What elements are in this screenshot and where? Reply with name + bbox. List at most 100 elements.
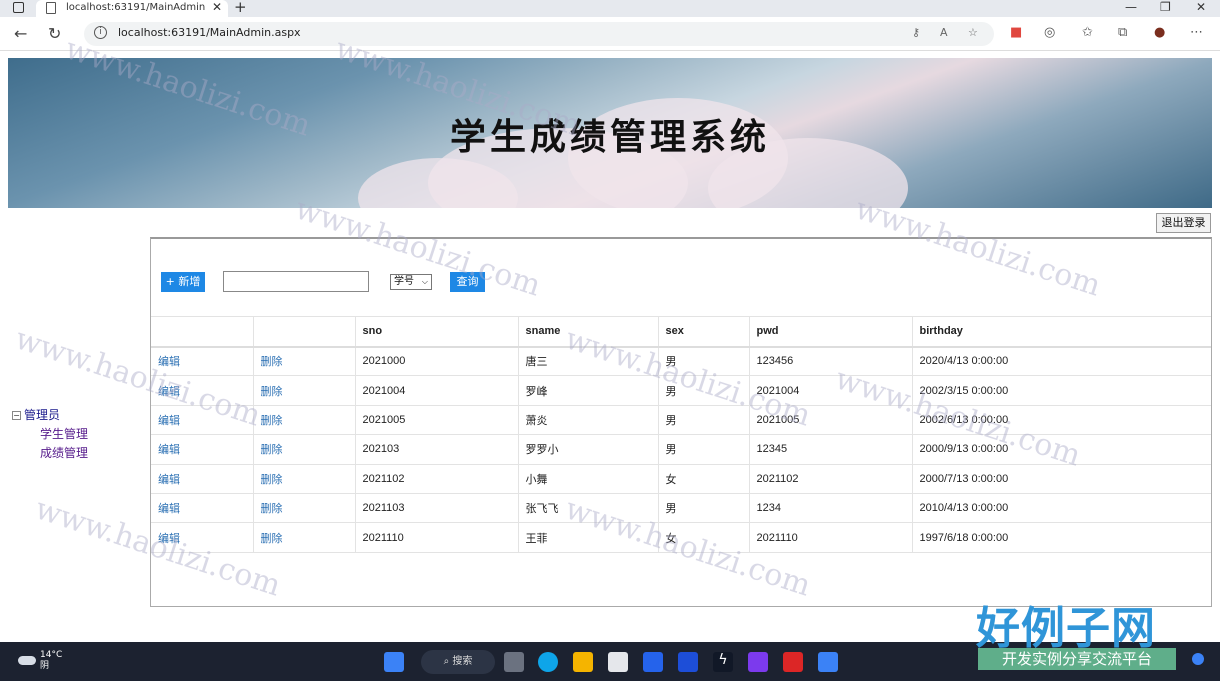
favorite-star-icon[interactable]: ☆ <box>968 26 978 39</box>
browser-tab-strip: localhost:63191/MainAdmin.aspx ✕ + — ❐ ✕ <box>0 0 1220 17</box>
cell-sname: 罗罗小 <box>518 434 659 465</box>
brand-watermark: 好例子网 开发实例分享交流平台 <box>976 592 1176 672</box>
todo-icon[interactable] <box>678 652 698 672</box>
window-menu-icon[interactable] <box>13 2 24 13</box>
windows-start-icon[interactable] <box>384 652 404 672</box>
column-header-sno[interactable]: sno <box>355 316 519 348</box>
cell-sno: 2021102 <box>355 464 519 494</box>
restore-icon[interactable]: ❐ <box>1160 0 1171 14</box>
cell-pwd: 1234 <box>749 493 913 524</box>
address-bar[interactable]: i localhost:63191/MainAdmin.aspx ⚷ A ☆ <box>84 22 994 46</box>
back-icon[interactable]: ← <box>14 24 27 43</box>
wps-icon[interactable] <box>783 652 803 672</box>
cell-sname: 王菲 <box>518 522 659 553</box>
cell-sno: 2021110 <box>355 522 519 553</box>
table-header-row: sno sname sex pwd birthday <box>151 316 1211 348</box>
more-menu-icon[interactable]: ⋯ <box>1190 25 1203 40</box>
edit-link[interactable]: 编辑 <box>151 493 254 524</box>
student-table: sno sname sex pwd birthday 编辑 删除 2021000 唐三… <box>151 316 1211 553</box>
table-row: 编辑 删除 2021110 王菲女 2021110 1997/6/18 0:00:00 <box>151 522 1211 553</box>
table-row: 编辑 删除 2021004 罗峰男 2021004 2002/3/15 0:00:00 <box>151 375 1211 406</box>
temperature: 14°C <box>40 650 63 660</box>
cell-sno: 2021103 <box>355 493 519 524</box>
edit-link[interactable]: 编辑 <box>151 405 254 436</box>
collections-icon[interactable]: ⧉ <box>1118 25 1127 40</box>
cell-sname: 唐三 <box>518 346 659 377</box>
phone-link-icon[interactable] <box>818 652 838 672</box>
delete-link[interactable]: 删除 <box>253 434 356 465</box>
profile-avatar-icon[interactable]: ● <box>1154 25 1165 40</box>
brand-name: 好例子网 <box>976 603 1156 654</box>
tree-node-admin-label[interactable]: 管理员 <box>24 408 60 422</box>
sidebar-item-score-management[interactable]: 成绩管理 <box>40 444 88 461</box>
cloud-icon <box>18 656 36 665</box>
cell-sno: 202103 <box>355 434 519 465</box>
cell-birthday: 1997/6/18 0:00:00 <box>912 522 1211 553</box>
delete-link[interactable]: 删除 <box>253 522 356 553</box>
search-field-select[interactable]: 学号 ⌵ <box>390 274 432 290</box>
close-tab-icon[interactable]: ✕ <box>212 0 222 14</box>
cell-sno: 2021004 <box>355 375 519 406</box>
minimize-icon[interactable]: — <box>1125 0 1137 14</box>
edit-link[interactable]: 编辑 <box>151 522 254 553</box>
delete-link[interactable]: 删除 <box>253 405 356 436</box>
cell-birthday: 2020/4/13 0:00:00 <box>912 346 1211 377</box>
chevron-down-icon: ⌵ <box>421 277 428 286</box>
sidebar-item-student-management[interactable]: 学生管理 <box>40 425 88 442</box>
cell-pwd: 2021004 <box>749 375 913 406</box>
table-row: 编辑 删除 2021005 萧炎男 2021005 2002/6/13 0:00:00 <box>151 405 1211 436</box>
tree-node-admin[interactable]: − 管理员 <box>12 406 60 423</box>
search-input[interactable] <box>223 271 369 292</box>
page-icon <box>46 2 56 14</box>
cell-sex: 男 <box>658 346 750 377</box>
collapse-toggle-icon[interactable]: − <box>12 411 21 420</box>
visual-studio-icon[interactable] <box>748 652 768 672</box>
column-header-sname[interactable]: sname <box>518 316 659 348</box>
header-banner: 学生成绩管理系统 <box>8 58 1212 208</box>
edit-link[interactable]: 编辑 <box>151 346 254 377</box>
delete-link[interactable]: 删除 <box>253 493 356 524</box>
cell-sname: 张飞飞 <box>518 493 659 524</box>
browser-essentials-icon[interactable]: ◎ <box>1044 25 1055 40</box>
new-tab-icon[interactable]: + <box>234 0 247 16</box>
edit-link[interactable]: 编辑 <box>151 434 254 465</box>
file-explorer-icon[interactable] <box>573 652 593 672</box>
edit-link[interactable]: 编辑 <box>151 375 254 406</box>
table-row: 编辑 删除 202103 罗罗小男 12345 2000/9/13 0:00:00 <box>151 434 1211 465</box>
browser-tab[interactable]: localhost:63191/MainAdmin.aspx ✕ <box>36 0 228 17</box>
cell-birthday: 2000/7/13 0:00:00 <box>912 464 1211 494</box>
edge-icon[interactable] <box>538 652 558 672</box>
column-header-sex[interactable]: sex <box>658 316 750 348</box>
delete-link[interactable]: 删除 <box>253 346 356 377</box>
edit-link[interactable]: 编辑 <box>151 464 254 494</box>
app-s-icon[interactable]: ϟ <box>713 652 733 672</box>
site-info-icon[interactable]: i <box>94 26 107 39</box>
column-header-pwd[interactable]: pwd <box>749 316 913 348</box>
store-icon[interactable] <box>608 652 628 672</box>
query-button[interactable]: 查询 <box>450 272 485 292</box>
table-body: 编辑 删除 2021000 唐三男 123456 2020/4/13 0:00:00 编辑删… <box>151 346 1211 553</box>
cell-sname: 小舞 <box>518 464 659 494</box>
add-button[interactable]: + 新增 <box>161 272 205 292</box>
extension-icon[interactable]: ■ <box>1010 25 1022 40</box>
notification-icon[interactable] <box>1192 653 1204 665</box>
cell-birthday: 2010/4/13 0:00:00 <box>912 493 1211 524</box>
key-icon[interactable]: ⚷ <box>912 26 920 39</box>
task-view-icon[interactable] <box>504 652 524 672</box>
logout-button[interactable]: 退出登录 <box>1156 213 1211 233</box>
taskbar-search[interactable]: ⌕ 搜索 <box>421 650 495 674</box>
mail-icon[interactable] <box>643 652 663 672</box>
refresh-icon[interactable]: ↻ <box>48 24 61 43</box>
read-aloud-icon[interactable]: A <box>940 26 948 39</box>
close-window-icon[interactable]: ✕ <box>1196 0 1206 14</box>
column-header-birthday[interactable]: birthday <box>912 316 1211 348</box>
table-row: 编辑 删除 2021103 张飞飞男 1234 2010/4/13 0:00:00 <box>151 493 1211 524</box>
url-text: localhost:63191/MainAdmin.aspx <box>118 26 301 39</box>
cell-birthday: 2002/3/15 0:00:00 <box>912 375 1211 406</box>
favorites-icon[interactable]: ✩ <box>1082 25 1093 40</box>
delete-link[interactable]: 删除 <box>253 464 356 494</box>
delete-link[interactable]: 删除 <box>253 375 356 406</box>
cell-sex: 女 <box>658 522 750 553</box>
address-bar-row: ← ↻ i localhost:63191/MainAdmin.aspx ⚷ A… <box>0 17 1220 51</box>
cell-sex: 男 <box>658 405 750 436</box>
